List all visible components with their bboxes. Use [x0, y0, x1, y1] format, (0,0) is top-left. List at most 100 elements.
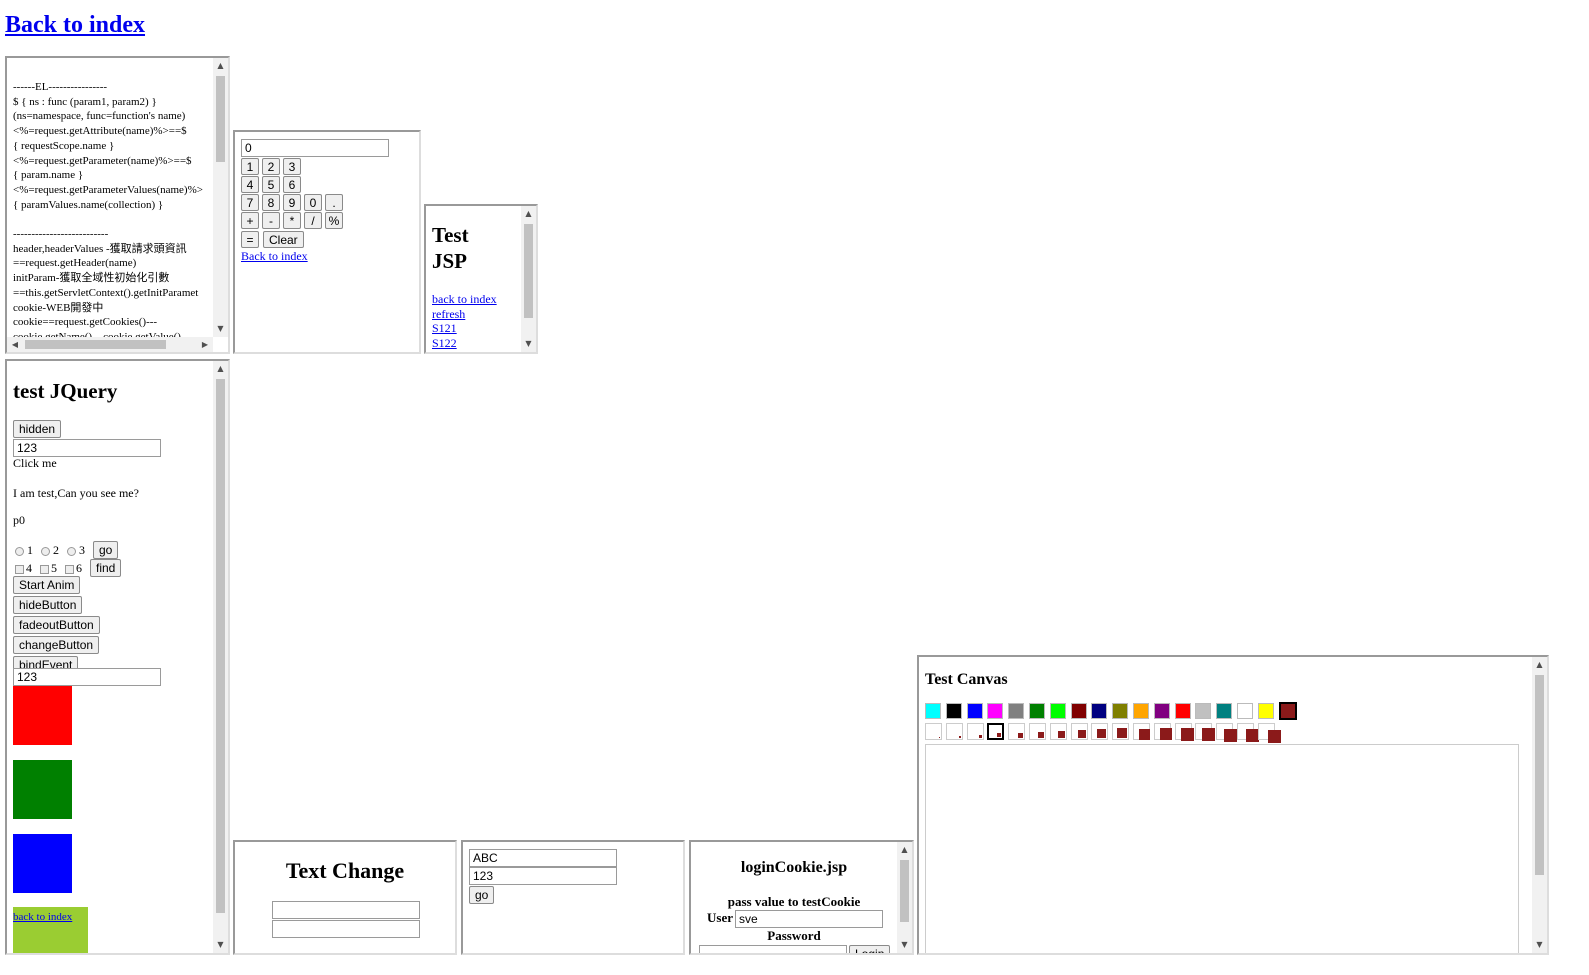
calc-key-button[interactable]: 3 — [283, 158, 301, 175]
find-button[interactable]: find — [90, 559, 122, 577]
calc-key-button[interactable]: * — [283, 212, 301, 229]
jquery-action-button[interactable]: Start Anim — [13, 576, 81, 594]
color-swatch[interactable] — [1257, 703, 1274, 719]
brush-size-option[interactable] — [1008, 723, 1026, 740]
color-swatch[interactable] — [1153, 703, 1170, 719]
radio-button[interactable] — [67, 546, 76, 556]
brush-size-option[interactable] — [1237, 723, 1259, 742]
el-vertical-scrollbar[interactable]: ▲ ▼ — [213, 58, 228, 337]
brush-size-option[interactable] — [925, 723, 942, 740]
test-jsp-link[interactable]: S122 — [432, 336, 497, 351]
test-jsp-link[interactable]: refresh — [432, 307, 497, 322]
color-swatch[interactable] — [1195, 703, 1212, 719]
scroll-up-icon[interactable]: ▲ — [1532, 659, 1547, 671]
brush-size-option[interactable] — [1133, 723, 1150, 740]
click-me-text[interactable]: Click me — [13, 456, 57, 471]
jquery-back-link[interactable]: back to index — [13, 911, 72, 923]
radio-go-button[interactable]: go — [93, 541, 119, 559]
radio-button[interactable] — [41, 546, 50, 556]
el-horizontal-scrollbar[interactable]: ◀ ▶ — [7, 337, 213, 352]
user-input[interactable] — [735, 910, 883, 928]
drawing-canvas[interactable] — [925, 744, 1519, 953]
calc-key-button[interactable]: 6 — [283, 176, 301, 193]
test-jsp-link[interactable]: S211 — [432, 351, 497, 352]
login-button[interactable]: Login — [849, 945, 891, 953]
color-swatch[interactable] — [1029, 703, 1045, 719]
color-swatch[interactable] — [945, 703, 962, 719]
calc-key-button[interactable]: - — [262, 212, 280, 229]
scroll-thumb[interactable] — [216, 76, 225, 162]
checkbox[interactable] — [65, 564, 74, 574]
hidden-button[interactable]: hidden — [13, 420, 62, 438]
calc-key-button[interactable]: . — [325, 194, 343, 211]
brush-size-option[interactable] — [1195, 723, 1216, 741]
scroll-thumb[interactable] — [524, 224, 533, 318]
brush-size-option[interactable] — [1091, 723, 1109, 740]
test-jsp-link[interactable]: back to index — [432, 292, 497, 307]
scroll-thumb[interactable] — [25, 340, 166, 349]
color-swatch[interactable] — [1008, 703, 1025, 719]
color-swatch[interactable] — [966, 703, 983, 719]
calc-back-link[interactable]: Back to index — [241, 249, 308, 264]
brush-size-option[interactable] — [1174, 723, 1194, 741]
brush-size-option[interactable] — [1257, 723, 1281, 743]
scroll-left-icon[interactable]: ◀ — [9, 337, 21, 352]
clear-button[interactable]: Clear — [263, 231, 304, 248]
canvas-vertical-scrollbar[interactable]: ▲ ▼ — [1532, 657, 1547, 953]
color-swatch[interactable] — [1049, 703, 1066, 719]
go-button[interactable]: go — [469, 886, 495, 904]
jquery-action-button[interactable]: changeButton — [13, 636, 100, 654]
jquery-vertical-scrollbar[interactable]: ▲ ▼ — [213, 361, 228, 953]
jsp-vertical-scrollbar[interactable]: ▲ ▼ — [521, 206, 536, 352]
calc-key-button[interactable]: 8 — [262, 194, 280, 211]
jquery-bind-input[interactable] — [13, 668, 161, 686]
scroll-down-icon[interactable]: ▼ — [213, 323, 228, 335]
jquery-text-input[interactable] — [13, 439, 161, 457]
color-swatch[interactable] — [925, 703, 941, 719]
color-swatch[interactable] — [987, 703, 1004, 719]
jquery-action-button[interactable]: hideButton — [13, 596, 83, 614]
jquery-action-button[interactable]: fadeoutButton — [13, 616, 100, 634]
color-swatch[interactable] — [1133, 703, 1149, 719]
brush-size-option[interactable] — [1070, 723, 1088, 740]
brush-size-option[interactable] — [1216, 723, 1238, 742]
calc-key-button[interactable]: % — [325, 212, 343, 229]
scroll-thumb[interactable] — [900, 860, 909, 922]
scroll-up-icon[interactable]: ▲ — [213, 60, 228, 72]
number-field[interactable] — [469, 867, 617, 885]
calc-key-button[interactable]: 7 — [241, 194, 259, 211]
scroll-thumb[interactable] — [1535, 675, 1544, 875]
radio-button[interactable] — [15, 546, 24, 556]
checkbox[interactable] — [40, 564, 49, 574]
test-jsp-link[interactable]: S121 — [432, 321, 497, 336]
calc-key-button[interactable]: 4 — [241, 176, 259, 193]
calc-key-button[interactable]: 2 — [262, 158, 280, 175]
login-vertical-scrollbar[interactable]: ▲ ▼ — [897, 842, 912, 953]
color-swatch[interactable] — [1278, 702, 1297, 720]
calc-key-button[interactable]: + — [241, 212, 259, 229]
brush-size-option[interactable] — [945, 723, 963, 740]
scroll-up-icon[interactable]: ▲ — [213, 363, 228, 375]
text-change-output[interactable] — [272, 920, 420, 938]
calc-key-button[interactable]: / — [304, 212, 322, 229]
color-swatch[interactable] — [1174, 703, 1191, 719]
color-swatch[interactable] — [1237, 703, 1253, 719]
password-input[interactable] — [699, 945, 847, 953]
brush-size-option[interactable] — [987, 723, 1005, 740]
color-swatch[interactable] — [1070, 703, 1087, 719]
equals-button[interactable]: = — [241, 231, 259, 248]
scroll-up-icon[interactable]: ▲ — [897, 844, 912, 856]
scroll-right-icon[interactable]: ▶ — [199, 337, 211, 352]
calc-key-button[interactable]: 1 — [241, 158, 259, 175]
color-swatch[interactable] — [1091, 703, 1108, 719]
scroll-down-icon[interactable]: ▼ — [213, 939, 228, 951]
abc-field[interactable] — [469, 849, 617, 867]
scroll-thumb[interactable] — [216, 379, 225, 913]
brush-size-option[interactable] — [966, 723, 984, 740]
brush-size-option[interactable] — [1112, 723, 1130, 740]
calculator-display[interactable] — [241, 139, 389, 157]
color-swatch[interactable] — [1112, 703, 1129, 719]
scroll-down-icon[interactable]: ▼ — [1532, 939, 1547, 951]
calc-key-button[interactable]: 5 — [262, 176, 280, 193]
scroll-down-icon[interactable]: ▼ — [897, 939, 912, 951]
